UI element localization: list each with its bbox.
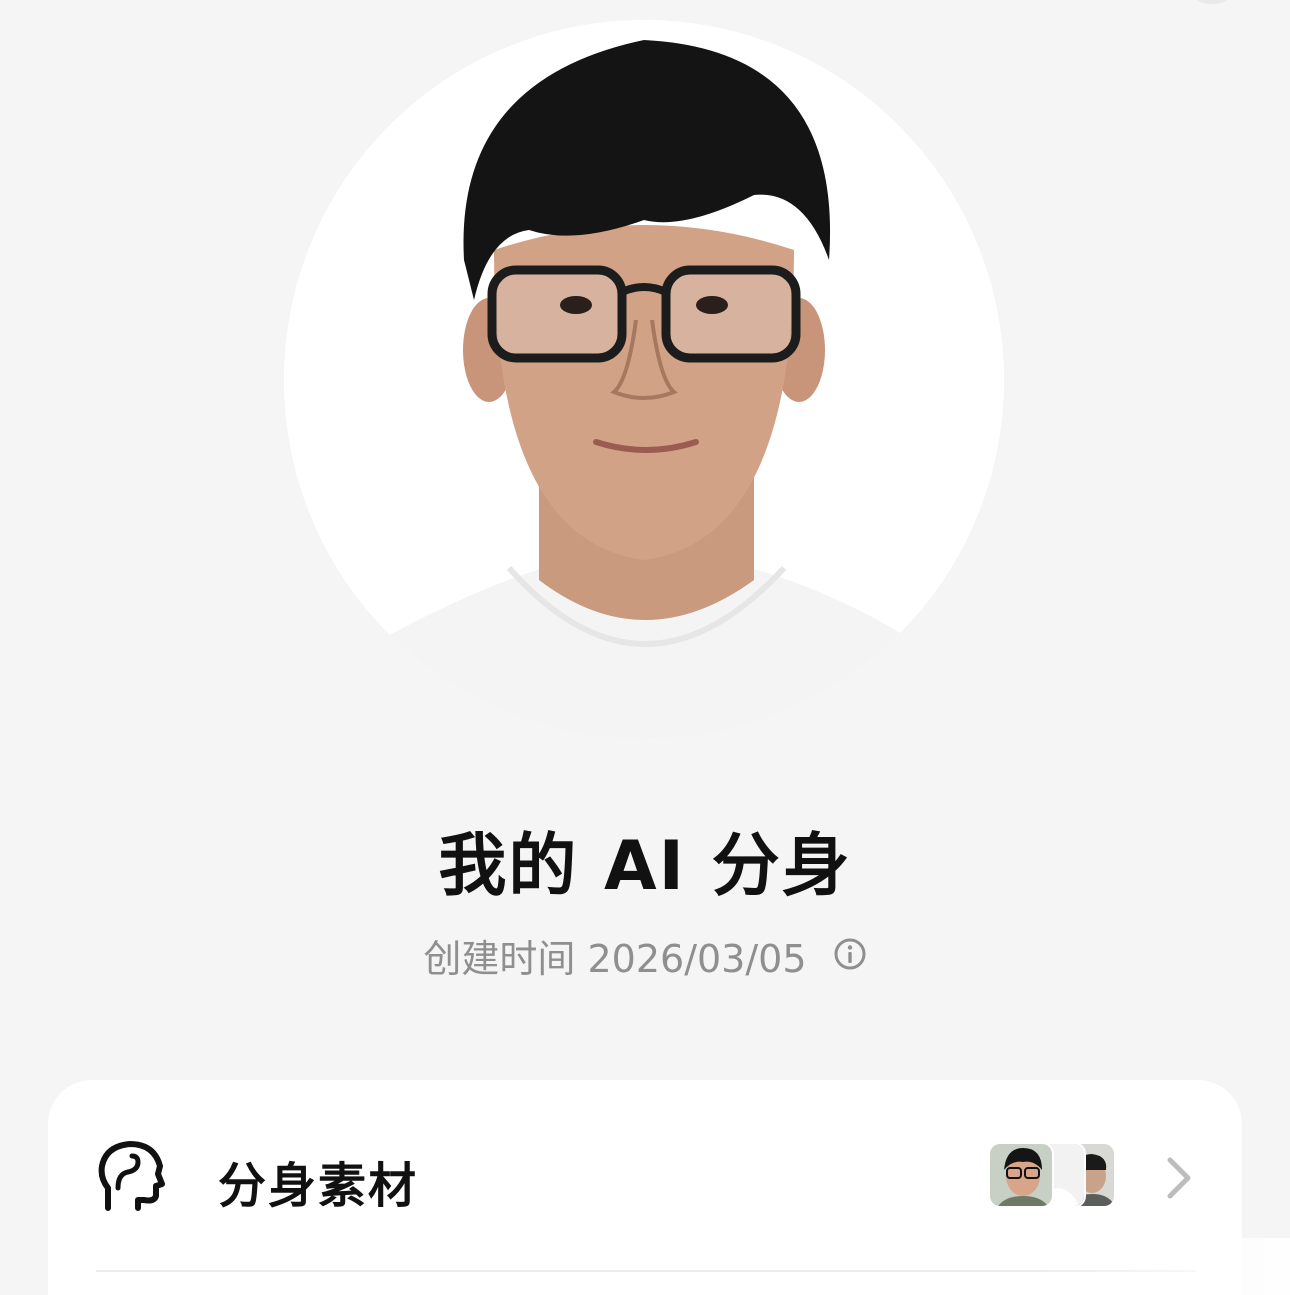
ai-avatar-page: 我的 AI 分身 创建时间 2026/03/05 分身素材 [0,0,1290,1295]
chevron-right-icon [1164,1156,1194,1204]
info-circle-icon[interactable] [833,936,867,980]
top-right-button[interactable] [1180,0,1244,4]
material-thumbnails [988,1142,1118,1208]
list-item-label: 分身素材 [218,1158,419,1214]
created-time-label: 创建时间 [423,937,576,981]
created-time-value: 2026/03/05 [587,937,807,981]
avatar-illustration [284,20,1004,740]
page-title: 我的 AI 分身 [438,827,852,906]
bottom-fade-overlay [1030,1238,1290,1295]
created-time-row: 创建时间 2026/03/05 [0,928,1290,984]
head-profile-icon [98,1140,166,1216]
thumbnail-1 [988,1142,1054,1208]
avatar-photo [284,20,1004,740]
